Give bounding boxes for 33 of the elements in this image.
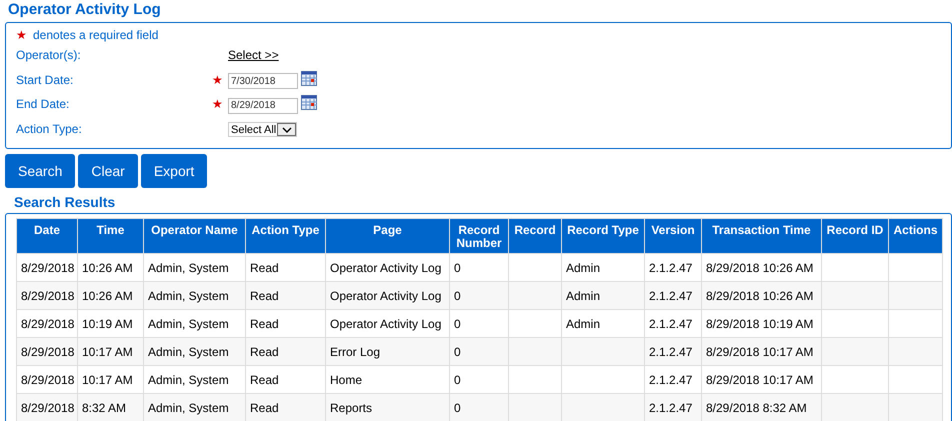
date-input-field[interactable]: 8/29/2018 <box>228 98 298 114</box>
column-header: Record Type <box>562 218 644 254</box>
column-header: Action Type <box>246 218 326 254</box>
section-title: Search Results <box>13 194 116 211</box>
column-header: Page <box>326 218 450 254</box>
required-star-icon: ★ <box>212 95 223 114</box>
caret-icon <box>277 123 296 136</box>
column-header: Record ID <box>822 218 888 254</box>
column-header: Transaction Time <box>702 218 822 254</box>
column-header: Operator Name <box>144 218 246 254</box>
form-button[interactable]: Search <box>5 154 76 188</box>
calendar-icon[interactable] <box>301 94 317 110</box>
form-button[interactable]: Export <box>140 154 208 188</box>
required-field-note: denotes a required field <box>33 27 158 44</box>
column-header: Version <box>644 218 702 254</box>
form-button[interactable]: Clear <box>78 154 138 188</box>
field-label: End Date: <box>16 96 70 114</box>
required-star-icon: ★ <box>16 26 27 44</box>
date-input-field[interactable]: 7/30/2018 <box>228 73 298 90</box>
column-header: Record Number <box>450 218 508 254</box>
field-label: Action Type: <box>16 120 83 138</box>
column-header: Record <box>508 218 562 254</box>
page-title: Operator Activity Log <box>7 0 162 19</box>
table-cell: 8/29/2018 <box>16 394 78 421</box>
column-header: Date <box>16 218 78 254</box>
required-star-icon: ★ <box>212 70 223 89</box>
calendar-icon[interactable] <box>301 70 317 86</box>
field-label: Operator(s): <box>16 47 82 64</box>
field-label: Start Date: <box>16 72 74 89</box>
select-operators-link[interactable]: Select >> <box>228 46 279 64</box>
column-header: Time <box>78 218 144 254</box>
column-header: Actions <box>888 218 942 254</box>
action-type-dropdown[interactable]: Select All <box>228 122 298 138</box>
